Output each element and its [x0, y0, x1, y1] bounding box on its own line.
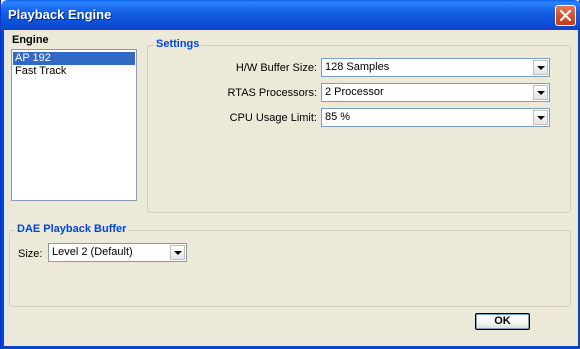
cpu-usage-select[interactable]: 85 % [321, 108, 550, 127]
cpu-usage-label: CPU Usage Limit: [229, 112, 317, 124]
dae-playback-buffer-group [9, 230, 571, 307]
chevron-down-icon[interactable] [533, 85, 548, 100]
window-title: Playback Engine [8, 7, 112, 22]
ok-button[interactable]: OK [475, 313, 530, 330]
hw-buffer-select[interactable]: 128 Samples [321, 58, 550, 77]
title-bar: Playback Engine [1, 0, 580, 30]
dae-group-title: DAE Playback Buffer [15, 223, 129, 235]
rtas-processors-value: 2 Processor [325, 86, 384, 98]
hw-buffer-value: 128 Samples [325, 61, 390, 73]
playback-engine-dialog: Playback Engine Engine AP 192 Fast Track… [0, 0, 580, 349]
hw-buffer-label: H/W Buffer Size: [235, 62, 317, 74]
chevron-down-icon[interactable] [533, 110, 548, 125]
engine-listbox[interactable]: AP 192 Fast Track [11, 49, 137, 201]
window-frame-left [1, 30, 4, 349]
close-icon [560, 10, 571, 21]
cpu-usage-value: 85 % [325, 111, 351, 123]
rtas-processors-select[interactable]: 2 Processor [321, 83, 550, 102]
engine-item-ap192[interactable]: AP 192 [13, 52, 135, 65]
dae-size-value: Level 2 (Default) [52, 246, 133, 258]
dae-size-label: Size: [18, 248, 43, 260]
close-button[interactable] [555, 5, 576, 26]
settings-group-title: Settings [154, 38, 202, 50]
dae-size-select[interactable]: Level 2 (Default) [48, 243, 187, 262]
chevron-down-icon[interactable] [533, 60, 548, 75]
engine-item-fast-track[interactable]: Fast Track [13, 65, 135, 78]
engine-label: Engine [12, 34, 49, 46]
chevron-down-icon[interactable] [170, 245, 185, 260]
rtas-processors-label: RTAS Processors: [227, 87, 317, 99]
